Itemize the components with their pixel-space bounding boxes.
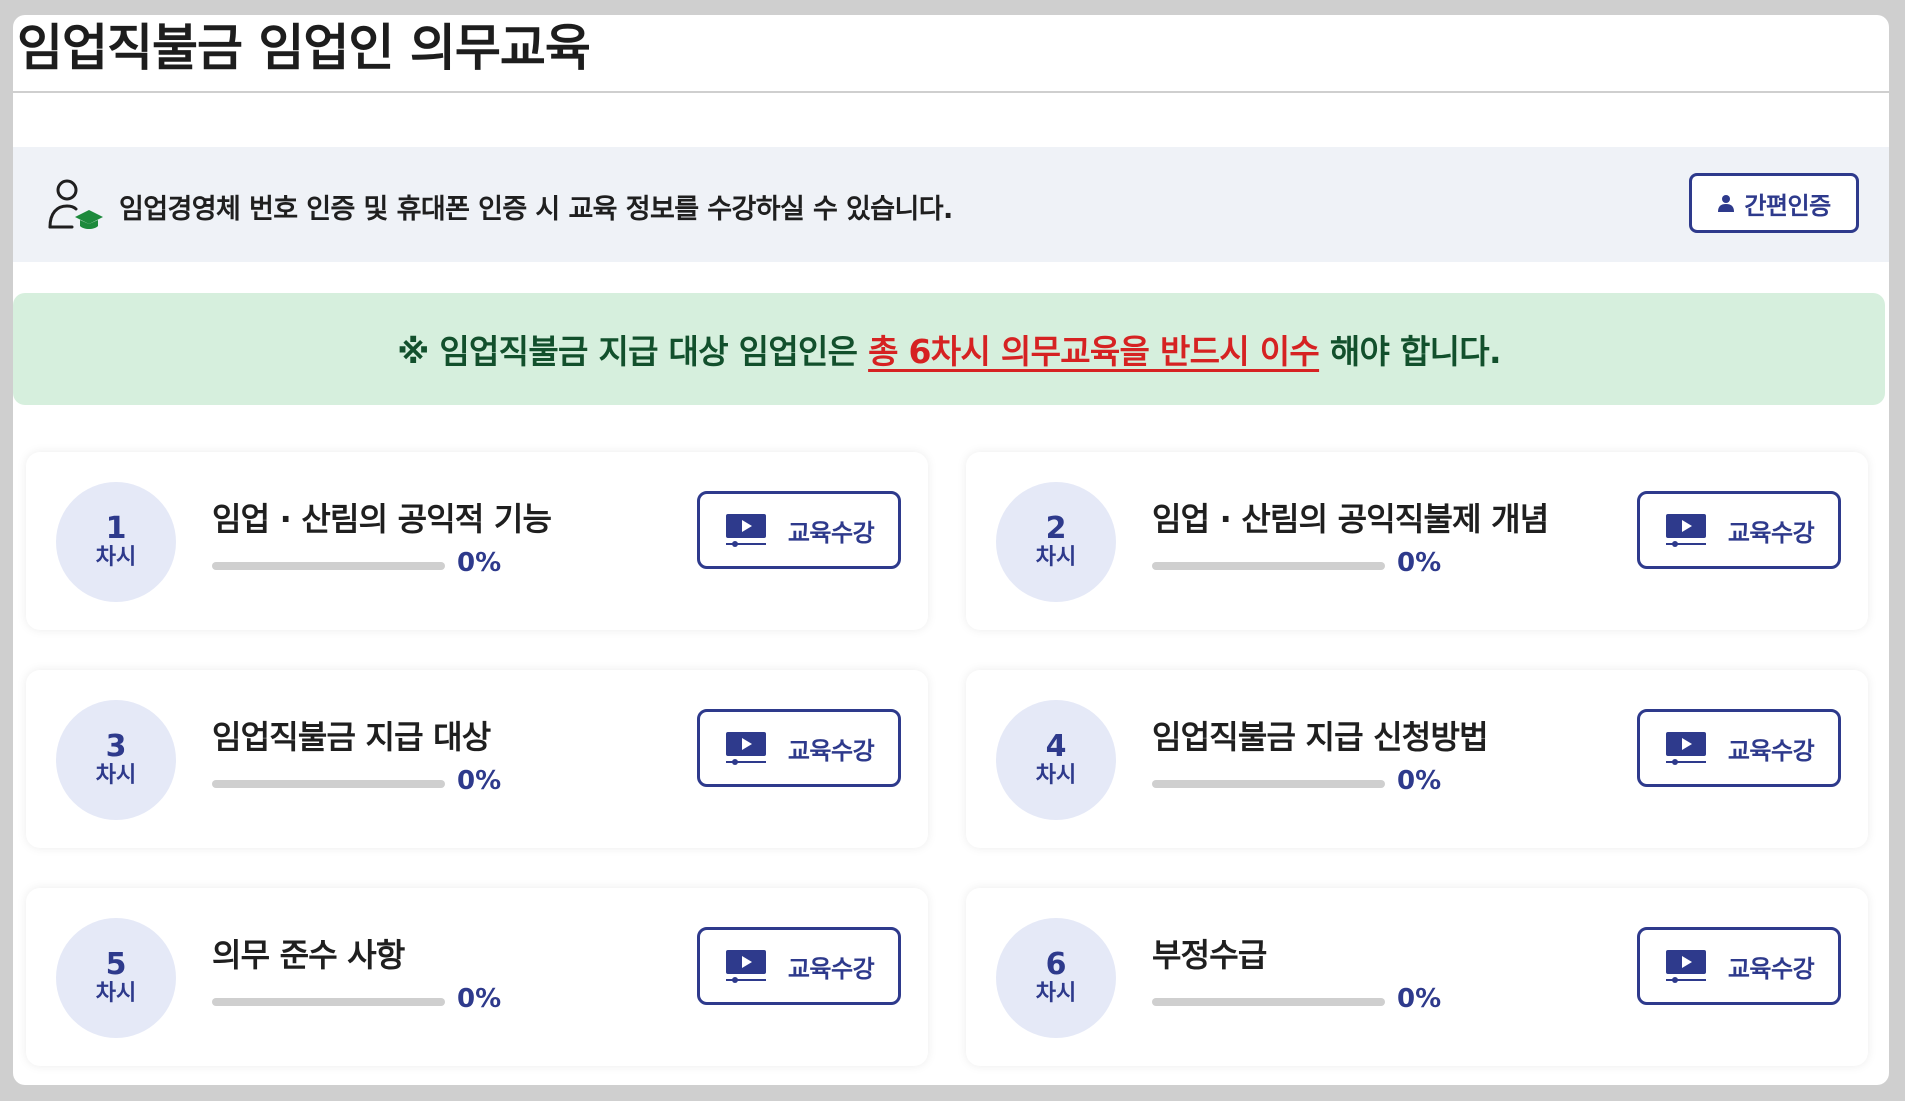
simple-auth-label: 간편인증 — [1744, 191, 1831, 220]
watch-lesson-label: 교육수강 — [787, 518, 875, 547]
lesson-unit: 차시 — [1035, 981, 1077, 1007]
watch-lesson-label: 교육수강 — [787, 954, 875, 983]
lesson-number: 3 — [105, 729, 127, 765]
lesson-number: 2 — [1045, 511, 1067, 547]
lesson-card-2: 2 차시 임업 · 산림의 공익직불제 개념 0% 교육수강 — [966, 452, 1868, 630]
video-play-icon — [1665, 732, 1706, 765]
lesson-progress-percent: 0% — [1397, 984, 1442, 1014]
lesson-progress-bar — [1152, 998, 1385, 1006]
lesson-card-4: 4 차시 임업직불금 지급 신청방법 0% 교육수강 — [966, 670, 1868, 848]
watch-lesson-label: 교육수강 — [1727, 736, 1815, 765]
lesson-title: 임업직불금 지급 신청방법 — [1152, 718, 1489, 756]
lesson-unit: 차시 — [1035, 763, 1077, 789]
simple-auth-button[interactable]: 간편인증 — [1689, 173, 1859, 233]
lesson-card-5: 5 차시 의무 준수 사항 0% 교육수강 — [26, 888, 928, 1066]
lesson-progress-percent: 0% — [1397, 548, 1442, 578]
lesson-number-badge: 3 차시 — [56, 700, 176, 820]
lesson-unit: 차시 — [95, 981, 137, 1007]
video-play-icon — [1665, 514, 1706, 547]
lesson-progress-percent: 0% — [1397, 766, 1442, 796]
lesson-progress-bar — [1152, 562, 1385, 570]
title-divider — [13, 91, 1889, 93]
app-window: 임업직불금 임업인 의무교육 임업경영체 번호 인증 및 휴대폰 인증 시 교육… — [13, 15, 1889, 1085]
watch-lesson-button[interactable]: 교육수강 — [697, 709, 901, 787]
watch-lesson-label: 교육수강 — [1727, 518, 1815, 547]
watch-lesson-button[interactable]: 교육수강 — [1637, 927, 1841, 1005]
lesson-unit: 차시 — [95, 545, 137, 571]
video-play-icon — [1665, 950, 1706, 983]
lesson-number: 6 — [1045, 947, 1067, 983]
video-play-icon — [725, 950, 766, 983]
lesson-progress-percent: 0% — [457, 548, 502, 578]
watch-lesson-button[interactable]: 교육수강 — [1637, 491, 1841, 569]
lesson-card-1: 1 차시 임업 · 산림의 공익적 기능 0% 교육수강 — [26, 452, 928, 630]
lesson-progress-percent: 0% — [457, 766, 502, 796]
notice-emphasis: 총 6차시 의무교육을 반드시 이수 — [868, 332, 1320, 371]
notice-prefix: ※ 임업직불금 지급 대상 임업인은 — [397, 332, 869, 371]
auth-message: 임업경영체 번호 인증 및 휴대폰 인증 시 교육 정보를 수강하실 수 있습니… — [119, 194, 953, 225]
lesson-number-badge: 4 차시 — [996, 700, 1116, 820]
mandatory-notice: ※ 임업직불금 지급 대상 임업인은 총 6차시 의무교육을 반드시 이수 해야… — [13, 293, 1885, 405]
watch-lesson-label: 교육수강 — [787, 736, 875, 765]
lesson-card-3: 3 차시 임업직불금 지급 대상 0% 교육수강 — [26, 670, 928, 848]
page-title: 임업직불금 임업인 의무교육 — [17, 19, 591, 77]
lesson-card-6: 6 차시 부정수급 0% 교육수강 — [966, 888, 1868, 1066]
user-graduate-icon — [47, 177, 103, 233]
lesson-title: 임업직불금 지급 대상 — [212, 718, 491, 756]
watch-lesson-label: 교육수강 — [1727, 954, 1815, 983]
lesson-progress-bar — [1152, 780, 1385, 788]
lesson-number: 4 — [1045, 729, 1067, 765]
lesson-progress-bar — [212, 562, 445, 570]
lesson-progress-percent: 0% — [457, 984, 502, 1014]
lesson-progress-bar — [212, 780, 445, 788]
lesson-number-badge: 5 차시 — [56, 918, 176, 1038]
lesson-unit: 차시 — [95, 763, 137, 789]
lesson-number: 1 — [105, 511, 127, 547]
lesson-title: 임업 · 산림의 공익직불제 개념 — [1152, 500, 1549, 538]
video-play-icon — [725, 732, 766, 765]
notice-suffix: 해야 합니다. — [1319, 332, 1502, 371]
person-icon — [1718, 195, 1735, 212]
video-play-icon — [725, 514, 766, 547]
lesson-number: 5 — [105, 947, 127, 983]
lesson-number-badge: 6 차시 — [996, 918, 1116, 1038]
lesson-number-badge: 1 차시 — [56, 482, 176, 602]
lesson-title: 부정수급 — [1152, 936, 1267, 974]
watch-lesson-button[interactable]: 교육수강 — [697, 927, 901, 1005]
lesson-title: 의무 준수 사항 — [212, 936, 405, 974]
lesson-unit: 차시 — [1035, 545, 1077, 571]
lesson-title: 임업 · 산림의 공익적 기능 — [212, 500, 552, 538]
auth-info-bar: 임업경영체 번호 인증 및 휴대폰 인증 시 교육 정보를 수강하실 수 있습니… — [13, 147, 1889, 262]
lesson-number-badge: 2 차시 — [996, 482, 1116, 602]
lesson-progress-bar — [212, 998, 445, 1006]
watch-lesson-button[interactable]: 교육수강 — [697, 491, 901, 569]
watch-lesson-button[interactable]: 교육수강 — [1637, 709, 1841, 787]
